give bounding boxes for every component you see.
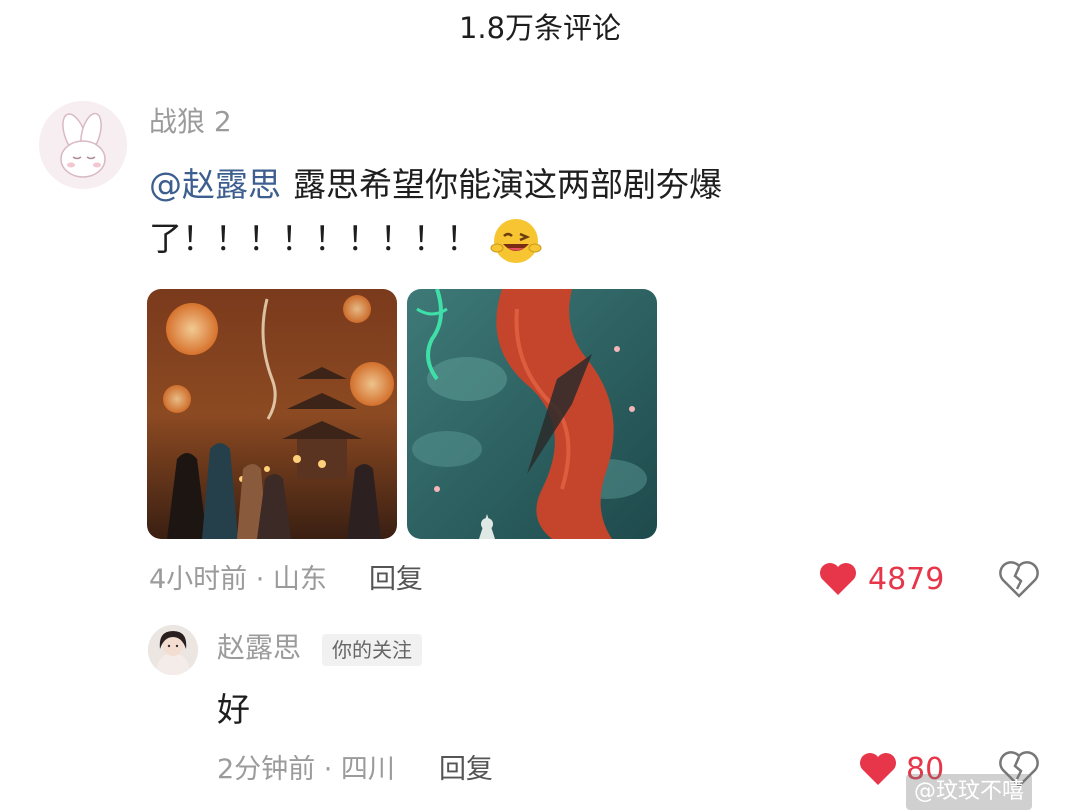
- comment-meta: 4小时前 · 山东 回复: [149, 558, 423, 602]
- drama-poster-image-1[interactable]: [147, 289, 397, 539]
- reply-meta: 2分钟前 · 四川 回复: [217, 748, 493, 792]
- like-button[interactable]: 4879: [818, 556, 944, 602]
- broken-heart-icon: [999, 561, 1039, 598]
- dislike-button[interactable]: [998, 558, 1040, 600]
- reply-button[interactable]: 回复: [369, 564, 423, 595]
- comment-time-location: 4小时前 · 山东: [149, 564, 327, 595]
- laughing-wink-emoji-icon: [489, 214, 543, 268]
- comment-username[interactable]: 战狼 2: [149, 102, 232, 142]
- mention-link[interactable]: @赵露思: [149, 165, 281, 204]
- heart-icon: [860, 753, 896, 785]
- following-badge: 你的关注: [322, 634, 422, 666]
- profile-photo-icon: [148, 625, 198, 675]
- drama-poster-image-2[interactable]: [407, 289, 657, 539]
- heart-icon: [820, 563, 856, 595]
- reply-time-location: 2分钟前 · 四川: [217, 754, 395, 785]
- avatar[interactable]: [39, 101, 127, 189]
- reply-message: 好: [217, 690, 250, 729]
- bunny-avatar-icon: [39, 101, 127, 189]
- comment-text: @赵露思 露思希望你能演这两部剧夯爆了！！！！！！！！！: [149, 158, 809, 268]
- reply-username[interactable]: 赵露思: [217, 628, 301, 668]
- comments-count-title: 1.8万条评论: [458, 11, 622, 45]
- watermark: @玟玟不嘻: [906, 774, 1033, 810]
- reply-avatar[interactable]: [148, 625, 198, 675]
- like-count: 4879: [868, 561, 945, 597]
- reply-reply-button[interactable]: 回复: [439, 754, 493, 785]
